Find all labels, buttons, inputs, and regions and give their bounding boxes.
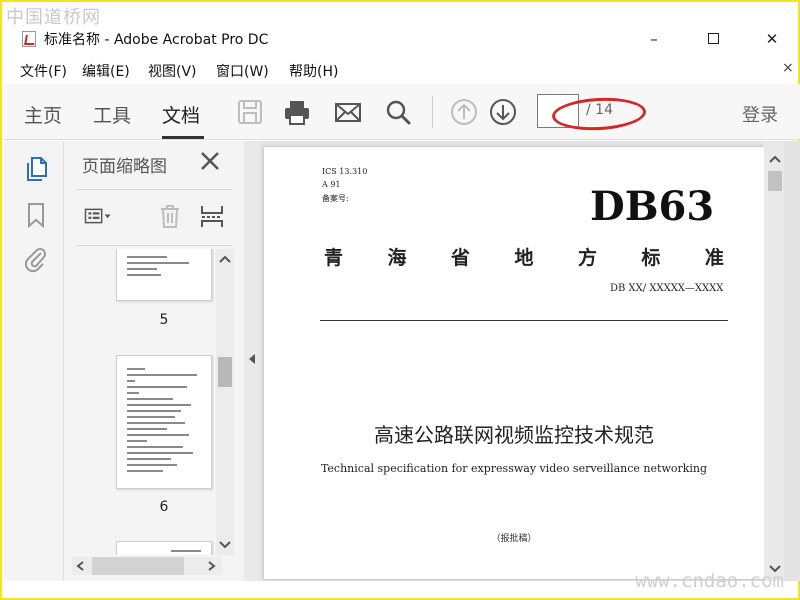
doc-standard-number: DB XX/ XXXXX—XXXX — [610, 283, 724, 294]
thumbnail-page-number: 5 — [159, 312, 169, 328]
active-tab-indicator — [162, 136, 204, 139]
tab-tools[interactable]: 工具 — [93, 101, 131, 128]
doc-standard-type: 青 海 省 地 方 标 准 — [324, 243, 724, 270]
acrobat-app-icon — [22, 31, 36, 47]
scroll-down-arrow-icon[interactable] — [219, 541, 231, 549]
thumbnail-horizontal-scrollbar[interactable] — [72, 557, 222, 575]
panel-splitter[interactable] — [244, 141, 260, 581]
doc-draft-status: （报批稿） — [491, 534, 537, 544]
delete-icon[interactable] — [156, 203, 184, 229]
menu-edit[interactable]: 编辑(E) — [82, 61, 130, 81]
save-icon[interactable] — [236, 98, 264, 126]
window-title: 标准名称 - Adobe Acrobat Pro DC — [44, 32, 269, 48]
document-scrollbar[interactable] — [764, 141, 784, 581]
doc-standard-code: DB63 — [590, 183, 715, 230]
thumbnail-list: 5 6 — [74, 249, 224, 555]
tab-document[interactable]: 文档 — [162, 101, 200, 128]
page-up-icon[interactable] — [450, 98, 478, 126]
maximize-button[interactable] — [701, 28, 725, 50]
panel-divider — [76, 189, 232, 190]
close-button[interactable]: ✕ — [760, 28, 784, 50]
doc-title-english: Technical specification for expressway v… — [320, 462, 708, 475]
doc-standard-char: 地 — [514, 247, 534, 269]
maximize-icon — [707, 33, 719, 44]
doc-ics: ICS 13.310 — [322, 167, 368, 176]
close-document-button[interactable]: × — [782, 60, 794, 76]
watermark-bottom: www.cndao.com — [635, 570, 784, 592]
doc-standard-char: 准 — [704, 247, 724, 269]
scroll-left-arrow-icon[interactable] — [76, 561, 84, 571]
document-page: ICS 13.310 A 91 备案号: DB63 青 海 省 地 方 标 准 … — [264, 147, 764, 579]
close-icon[interactable] — [198, 149, 222, 173]
app-window: 中国道桥网 标准名称 - Adobe Acrobat Pro DC – ✕ 文件… — [0, 0, 800, 600]
toolbar: 主页 工具 文档 / 14 登录 — [4, 84, 800, 140]
thumbnail-options-icon[interactable] — [84, 203, 112, 229]
search-icon[interactable] — [384, 98, 412, 126]
page-thumbnail[interactable] — [116, 541, 212, 555]
doc-standard-char: 青 — [324, 247, 344, 269]
menu-file[interactable]: 文件(F) — [20, 61, 67, 81]
mail-icon[interactable] — [334, 98, 362, 126]
menu-bar: 文件(F) 编辑(E) 视图(V) 窗口(W) 帮助(H) × — [4, 58, 800, 82]
horizontal-scroll-thumb[interactable] — [92, 557, 184, 575]
login-button[interactable]: 登录 — [742, 101, 778, 127]
scroll-up-arrow-icon[interactable] — [219, 255, 231, 263]
menu-window[interactable]: 窗口(W) — [216, 61, 269, 81]
doc-title-chinese: 高速公路联网视频监控技术规范 — [374, 423, 654, 447]
thumbnail-panel: 页面缩略图 5 6 — [64, 141, 244, 581]
minimize-button[interactable]: – — [642, 28, 666, 50]
bookmark-icon[interactable] — [22, 201, 50, 229]
document-scroll-thumb[interactable] — [768, 171, 782, 191]
scroll-right-arrow-icon[interactable] — [208, 561, 216, 571]
doc-category: A 91 — [322, 180, 341, 189]
title-bar: 标准名称 - Adobe Acrobat Pro DC – ✕ — [4, 24, 800, 54]
collapse-panel-arrow-icon[interactable] — [248, 353, 256, 365]
doc-standard-char: 标 — [641, 247, 661, 269]
navigation-rail — [4, 141, 64, 581]
attachment-icon[interactable] — [22, 245, 50, 273]
scroll-thumb[interactable] — [218, 357, 232, 387]
toolbar-separator — [432, 96, 433, 128]
panel-divider — [76, 245, 232, 246]
pages-icon[interactable] — [22, 155, 50, 183]
page-thumbnail[interactable] — [116, 249, 212, 301]
menu-help[interactable]: 帮助(H) — [289, 61, 338, 81]
document-view: ICS 13.310 A 91 备案号: DB63 青 海 省 地 方 标 准 … — [260, 141, 800, 581]
page-thumbnail[interactable] — [116, 355, 212, 489]
page-down-icon[interactable] — [489, 98, 517, 126]
menu-view[interactable]: 视图(V) — [148, 61, 197, 81]
doc-standard-char: 方 — [577, 247, 597, 269]
doc-standard-char: 省 — [450, 247, 470, 269]
doc-standard-char: 海 — [387, 247, 407, 269]
thumbnail-scrollbar[interactable] — [216, 249, 234, 555]
tab-home[interactable]: 主页 — [24, 101, 62, 128]
panel-title: 页面缩略图 — [82, 157, 167, 177]
doc-header-rule — [320, 320, 728, 321]
print-icon[interactable] — [283, 98, 311, 126]
scroll-up-arrow-icon[interactable] — [769, 155, 781, 163]
extract-pages-icon[interactable] — [198, 203, 226, 229]
doc-filing-number: 备案号: — [322, 194, 349, 203]
thumbnail-page-number: 6 — [159, 499, 169, 515]
